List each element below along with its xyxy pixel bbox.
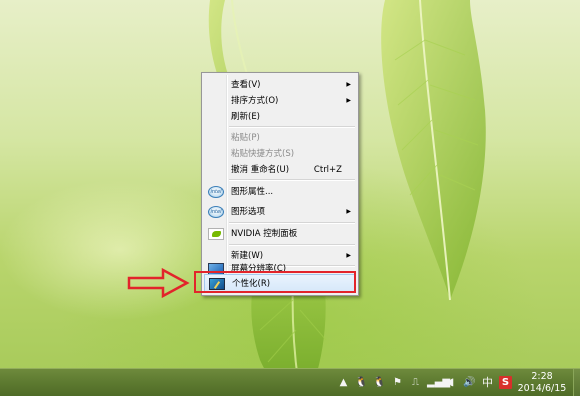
menu-separator xyxy=(229,222,355,224)
show-desktop-button[interactable] xyxy=(573,369,580,396)
menu-item-shortcut: Ctrl+Z xyxy=(313,165,342,175)
sogou-input-icon[interactable]: S xyxy=(499,376,512,389)
desktop-context-menu: 查看(V) ▶ 排序方式(O) ▶ 刷新(E) 粘贴(P) 粘贴快捷方式(S) … xyxy=(201,72,359,296)
menu-item-label: 撤消 重命名(U) xyxy=(231,165,290,175)
menu-item-label: 图形选项 xyxy=(231,207,266,217)
taskbar-clock[interactable]: 2:28 2014/6/15 xyxy=(517,371,567,395)
menu-item-label: NVIDIA 控制面板 xyxy=(231,229,298,239)
input-method-indicator[interactable]: 中 xyxy=(481,376,494,389)
volume-icon[interactable]: ◖ xyxy=(445,376,458,389)
system-tray: ▲ 🐧 🐧 ⚑ ⎍ ▂▄▆ ◖ 🔊 中 S 2:28 2014/6/15 xyxy=(337,369,580,396)
menu-item-graphics-options[interactable]: intel 图形选项 ▶ xyxy=(204,203,356,221)
submenu-arrow-icon: ▶ xyxy=(346,208,351,215)
chevron-up-icon[interactable]: ▲ xyxy=(337,376,350,389)
menu-item-refresh[interactable]: 刷新(E) xyxy=(204,108,356,126)
intel-graphics-icon: intel xyxy=(208,206,224,218)
flag-icon[interactable]: ⚑ xyxy=(391,376,404,389)
intel-graphics-icon: intel xyxy=(208,186,224,198)
taskbar: ▲ 🐧 🐧 ⚑ ⎍ ▂▄▆ ◖ 🔊 中 S 2:28 2014/6/15 xyxy=(0,368,580,396)
menu-separator xyxy=(229,244,355,246)
menu-item-label: 图形属性... xyxy=(231,187,274,197)
menu-item-graphics-properties[interactable]: intel 图形属性... xyxy=(204,183,356,201)
highlight-box xyxy=(194,271,356,293)
speaker-icon[interactable]: 🔊 xyxy=(463,376,476,389)
network-icon[interactable]: ⎍ xyxy=(409,376,422,389)
menu-separator xyxy=(229,179,355,181)
menu-separator xyxy=(229,126,355,128)
signal-icon[interactable]: ▂▄▆ xyxy=(427,376,450,389)
qq-icon[interactable]: 🐧 xyxy=(355,376,368,389)
nvidia-icon xyxy=(208,228,224,240)
menu-item-label: 刷新(E) xyxy=(231,112,261,122)
clock-date: 2014/6/15 xyxy=(517,382,567,394)
red-outline-arrow-icon xyxy=(127,268,190,298)
qq-icon[interactable]: 🐧 xyxy=(373,376,386,389)
clock-time: 2:28 xyxy=(531,370,553,382)
menu-item-nvidia-control-panel[interactable]: NVIDIA 控制面板 xyxy=(204,225,356,243)
menu-item-undo-rename[interactable]: 撤消 重命名(U) Ctrl+Z xyxy=(204,161,356,179)
